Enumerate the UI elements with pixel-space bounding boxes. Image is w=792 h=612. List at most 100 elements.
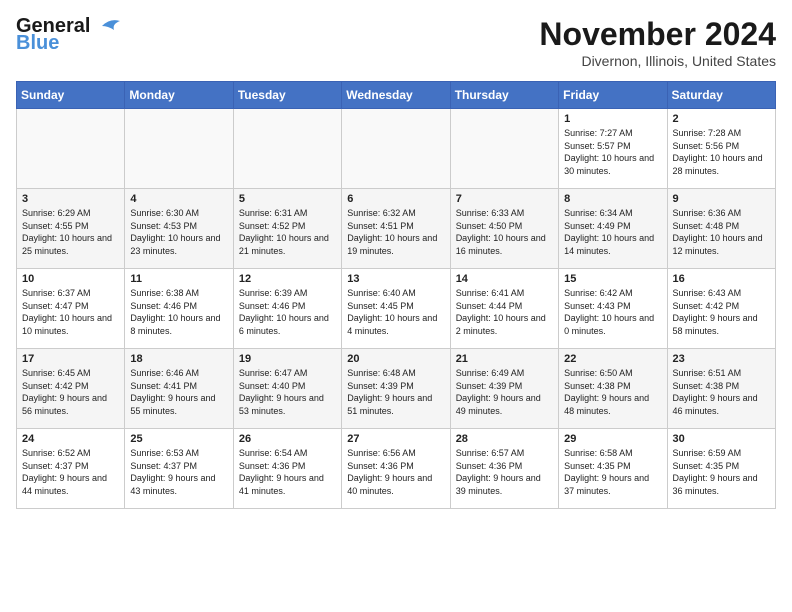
- weekday-header-friday: Friday: [559, 82, 667, 109]
- calendar-cell: 30 Sunrise: 6:59 AM Sunset: 4:35 PM Dayli…: [667, 429, 775, 509]
- calendar-cell: 24 Sunrise: 6:52 AM Sunset: 4:37 PM Dayli…: [17, 429, 125, 509]
- calendar-week-row: 3 Sunrise: 6:29 AM Sunset: 4:55 PM Daylig…: [17, 189, 776, 269]
- page-header: General Blue November 2024 Divernon, Ill…: [16, 16, 776, 69]
- day-info: Sunrise: 6:42 AM Sunset: 4:43 PM Dayligh…: [564, 287, 661, 337]
- day-number: 14: [456, 273, 553, 285]
- day-number: 1: [564, 113, 661, 125]
- day-info: Sunrise: 6:45 AM Sunset: 4:42 PM Dayligh…: [22, 367, 119, 417]
- day-info: Sunrise: 6:58 AM Sunset: 4:35 PM Dayligh…: [564, 447, 661, 497]
- day-number: 22: [564, 353, 661, 365]
- day-number: 4: [130, 193, 227, 205]
- calendar-cell: 10 Sunrise: 6:37 AM Sunset: 4:47 PM Dayli…: [17, 269, 125, 349]
- day-number: 26: [239, 433, 336, 445]
- day-info: Sunrise: 6:39 AM Sunset: 4:46 PM Dayligh…: [239, 287, 336, 337]
- calendar-cell: [342, 109, 450, 189]
- day-info: Sunrise: 6:30 AM Sunset: 4:53 PM Dayligh…: [130, 207, 227, 257]
- day-info: Sunrise: 6:33 AM Sunset: 4:50 PM Dayligh…: [456, 207, 553, 257]
- day-info: Sunrise: 6:43 AM Sunset: 4:42 PM Dayligh…: [673, 287, 770, 337]
- day-number: 19: [239, 353, 336, 365]
- day-info: Sunrise: 6:49 AM Sunset: 4:39 PM Dayligh…: [456, 367, 553, 417]
- calendar-week-row: 24 Sunrise: 6:52 AM Sunset: 4:37 PM Dayli…: [17, 429, 776, 509]
- logo-blue: Blue: [16, 32, 59, 55]
- calendar-cell: 22 Sunrise: 6:50 AM Sunset: 4:38 PM Dayli…: [559, 349, 667, 429]
- day-info: Sunrise: 6:51 AM Sunset: 4:38 PM Dayligh…: [673, 367, 770, 417]
- day-number: 9: [673, 193, 770, 205]
- day-number: 20: [347, 353, 444, 365]
- day-info: Sunrise: 6:40 AM Sunset: 4:45 PM Dayligh…: [347, 287, 444, 337]
- calendar-cell: 15 Sunrise: 6:42 AM Sunset: 4:43 PM Dayli…: [559, 269, 667, 349]
- calendar-cell: 27Sunrise: 6:56 AM Sunset: 4:36 PM Dayli…: [342, 429, 450, 509]
- calendar-cell: 6 Sunrise: 6:32 AM Sunset: 4:51 PM Daylig…: [342, 189, 450, 269]
- calendar-cell: 9Sunrise: 6:36 AM Sunset: 4:48 PM Daylig…: [667, 189, 775, 269]
- day-number: 29: [564, 433, 661, 445]
- day-info: Sunrise: 6:47 AM Sunset: 4:40 PM Dayligh…: [239, 367, 336, 417]
- calendar-cell: 20 Sunrise: 6:48 AM Sunset: 4:39 PM Dayli…: [342, 349, 450, 429]
- calendar-cell: [17, 109, 125, 189]
- day-info: Sunrise: 6:37 AM Sunset: 4:47 PM Dayligh…: [22, 287, 119, 337]
- day-number: 28: [456, 433, 553, 445]
- calendar-cell: 2Sunrise: 7:28 AM Sunset: 5:56 PM Daylig…: [667, 109, 775, 189]
- calendar-cell: 19 Sunrise: 6:47 AM Sunset: 4:40 PM Dayli…: [233, 349, 341, 429]
- day-number: 25: [130, 433, 227, 445]
- logo: General Blue: [16, 16, 122, 55]
- day-number: 27: [347, 433, 444, 445]
- weekday-header-wednesday: Wednesday: [342, 82, 450, 109]
- calendar-header-row: SundayMondayTuesdayWednesdayThursdayFrid…: [17, 82, 776, 109]
- day-number: 3: [22, 193, 119, 205]
- day-info: Sunrise: 6:53 AM Sunset: 4:37 PM Dayligh…: [130, 447, 227, 497]
- day-number: 16: [673, 273, 770, 285]
- weekday-header-monday: Monday: [125, 82, 233, 109]
- day-info: Sunrise: 6:29 AM Sunset: 4:55 PM Dayligh…: [22, 207, 119, 257]
- title-block: November 2024 Divernon, Illinois, United…: [539, 16, 776, 69]
- calendar-cell: 23 Sunrise: 6:51 AM Sunset: 4:38 PM Dayli…: [667, 349, 775, 429]
- weekday-header-thursday: Thursday: [450, 82, 558, 109]
- day-number: 8: [564, 193, 661, 205]
- calendar-cell: 21Sunrise: 6:49 AM Sunset: 4:39 PM Dayli…: [450, 349, 558, 429]
- day-number: 30: [673, 433, 770, 445]
- day-info: Sunrise: 7:27 AM Sunset: 5:57 PM Dayligh…: [564, 127, 661, 177]
- day-info: Sunrise: 6:50 AM Sunset: 4:38 PM Dayligh…: [564, 367, 661, 417]
- day-number: 2: [673, 113, 770, 125]
- day-info: Sunrise: 6:32 AM Sunset: 4:51 PM Dayligh…: [347, 207, 444, 257]
- weekday-header-tuesday: Tuesday: [233, 82, 341, 109]
- weekday-header-saturday: Saturday: [667, 82, 775, 109]
- day-number: 24: [22, 433, 119, 445]
- day-number: 15: [564, 273, 661, 285]
- day-info: Sunrise: 6:38 AM Sunset: 4:46 PM Dayligh…: [130, 287, 227, 337]
- calendar-cell: [125, 109, 233, 189]
- calendar-cell: 3 Sunrise: 6:29 AM Sunset: 4:55 PM Daylig…: [17, 189, 125, 269]
- day-number: 6: [347, 193, 444, 205]
- calendar-cell: 18Sunrise: 6:46 AM Sunset: 4:41 PM Dayli…: [125, 349, 233, 429]
- day-info: Sunrise: 6:46 AM Sunset: 4:41 PM Dayligh…: [130, 367, 227, 417]
- calendar-cell: 8Sunrise: 6:34 AM Sunset: 4:49 PM Daylig…: [559, 189, 667, 269]
- calendar-week-row: 1 Sunrise: 7:27 AM Sunset: 5:57 PM Daylig…: [17, 109, 776, 189]
- calendar-cell: 14 Sunrise: 6:41 AM Sunset: 4:44 PM Dayli…: [450, 269, 558, 349]
- day-info: Sunrise: 6:54 AM Sunset: 4:36 PM Dayligh…: [239, 447, 336, 497]
- calendar-cell: 29 Sunrise: 6:58 AM Sunset: 4:35 PM Dayli…: [559, 429, 667, 509]
- day-number: 17: [22, 353, 119, 365]
- day-info: Sunrise: 6:48 AM Sunset: 4:39 PM Dayligh…: [347, 367, 444, 417]
- calendar-table: SundayMondayTuesdayWednesdayThursdayFrid…: [16, 81, 776, 509]
- day-info: Sunrise: 6:59 AM Sunset: 4:35 PM Dayligh…: [673, 447, 770, 497]
- calendar-week-row: 17 Sunrise: 6:45 AM Sunset: 4:42 PM Dayli…: [17, 349, 776, 429]
- weekday-header-sunday: Sunday: [17, 82, 125, 109]
- calendar-cell: 26 Sunrise: 6:54 AM Sunset: 4:36 PM Dayli…: [233, 429, 341, 509]
- day-number: 5: [239, 193, 336, 205]
- day-number: 12: [239, 273, 336, 285]
- calendar-cell: 16 Sunrise: 6:43 AM Sunset: 4:42 PM Dayli…: [667, 269, 775, 349]
- day-number: 13: [347, 273, 444, 285]
- day-info: Sunrise: 6:31 AM Sunset: 4:52 PM Dayligh…: [239, 207, 336, 257]
- month-title: November 2024: [539, 16, 776, 53]
- day-info: Sunrise: 6:41 AM Sunset: 4:44 PM Dayligh…: [456, 287, 553, 337]
- day-info: Sunrise: 6:52 AM Sunset: 4:37 PM Dayligh…: [22, 447, 119, 497]
- calendar-cell: 7 Sunrise: 6:33 AM Sunset: 4:50 PM Daylig…: [450, 189, 558, 269]
- day-number: 10: [22, 273, 119, 285]
- calendar-cell: 11Sunrise: 6:38 AM Sunset: 4:46 PM Dayli…: [125, 269, 233, 349]
- calendar-cell: 13 Sunrise: 6:40 AM Sunset: 4:45 PM Dayli…: [342, 269, 450, 349]
- calendar-cell: 28Sunrise: 6:57 AM Sunset: 4:36 PM Dayli…: [450, 429, 558, 509]
- day-number: 7: [456, 193, 553, 205]
- calendar-cell: 25 Sunrise: 6:53 AM Sunset: 4:37 PM Dayli…: [125, 429, 233, 509]
- day-number: 23: [673, 353, 770, 365]
- calendar-cell: 5 Sunrise: 6:31 AM Sunset: 4:52 PM Daylig…: [233, 189, 341, 269]
- calendar-cell: 17 Sunrise: 6:45 AM Sunset: 4:42 PM Dayli…: [17, 349, 125, 429]
